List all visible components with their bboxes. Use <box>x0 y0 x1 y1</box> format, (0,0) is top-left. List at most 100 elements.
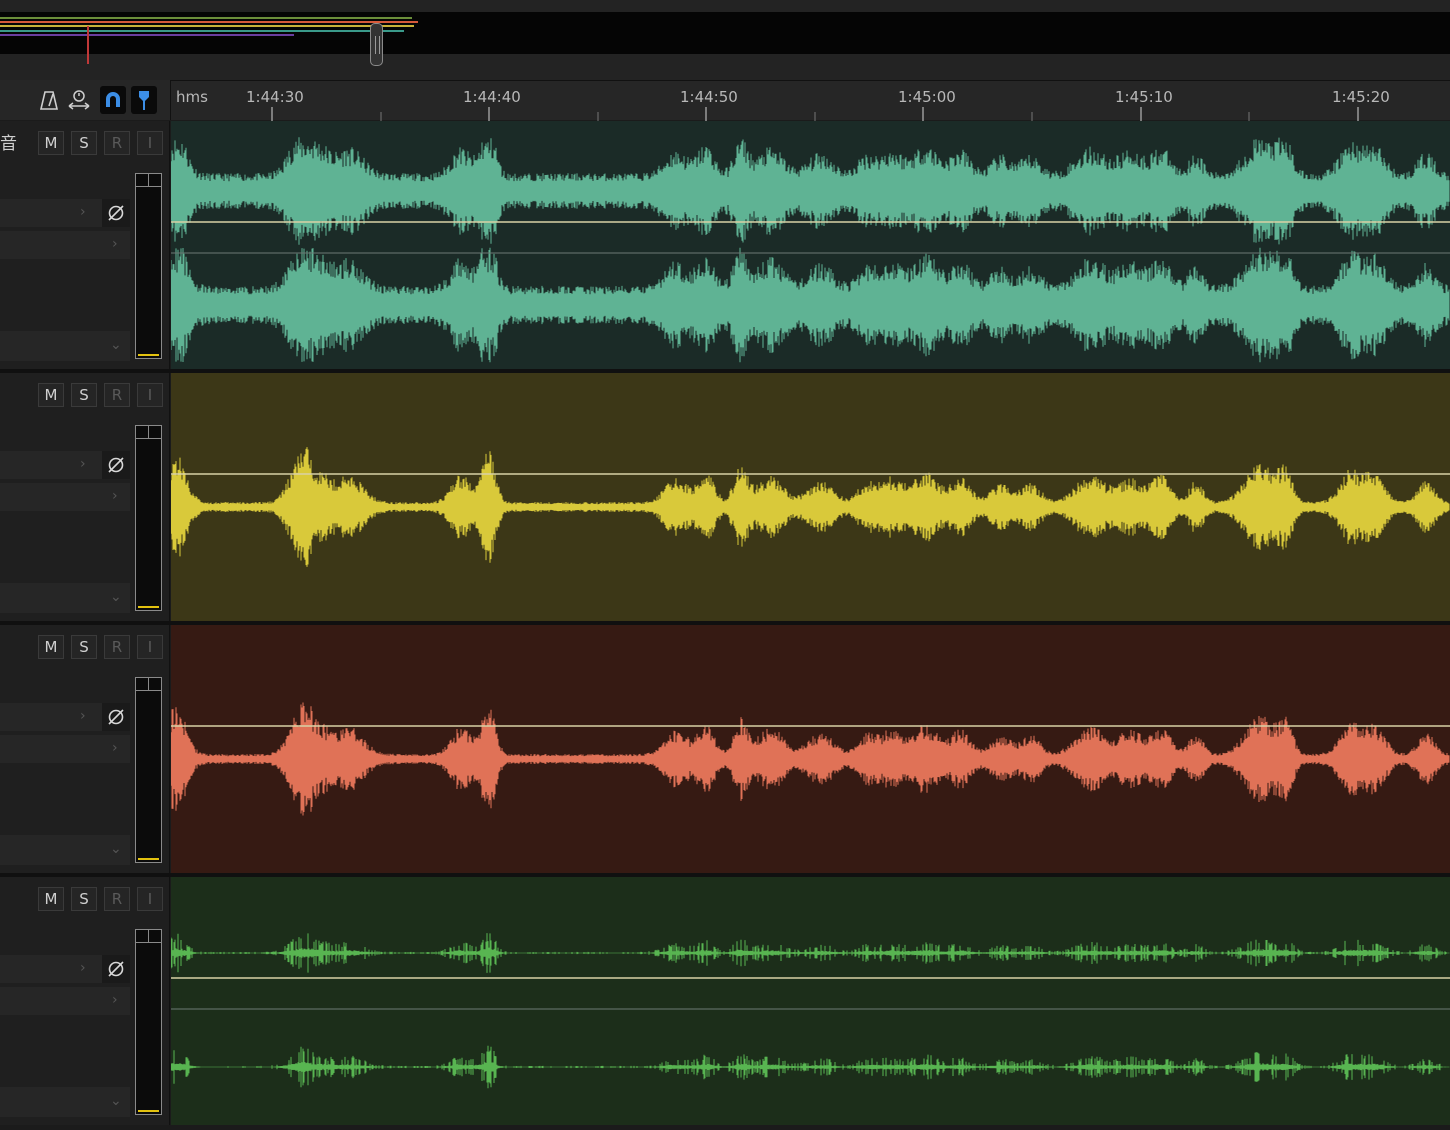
meter-level-bar <box>138 858 159 860</box>
phase-invert-icon <box>108 961 124 977</box>
ruler-ticks <box>271 107 1359 121</box>
ruler-tick-label: 1:45:20 <box>1332 88 1390 106</box>
chevron-right-icon: › <box>112 488 118 504</box>
track-expand-row[interactable]: ⌄ <box>0 583 130 613</box>
mute-button[interactable]: M <box>38 383 64 407</box>
output-select[interactable]: › <box>0 231 130 259</box>
ruler-unit-label: hms <box>176 88 208 106</box>
chevron-down-icon: ⌄ <box>110 589 122 605</box>
time-stretch-button[interactable] <box>66 86 92 114</box>
chevron-down-icon: ⌄ <box>110 841 122 857</box>
waveform-channel <box>171 702 1450 816</box>
ruler-tick-label: 1:44:50 <box>680 88 738 106</box>
track-waveform-area[interactable] <box>171 877 1450 1125</box>
time-ruler[interactable]: hms 1:44:30 1:44:40 1:44:50 1:45:00 1:45… <box>170 80 1450 121</box>
track-header: M S R I › › ⌄ <box>0 373 170 621</box>
track-3: M S R I › › ⌄ <box>0 625 1450 873</box>
waveform-channel <box>171 1045 1450 1089</box>
snap-button[interactable] <box>100 86 126 114</box>
mute-button[interactable]: M <box>38 131 64 155</box>
meter-channel-divider <box>148 174 149 186</box>
input-monitor-button[interactable]: I <box>137 887 163 911</box>
metronome-button[interactable] <box>36 86 62 114</box>
overview-bar[interactable] <box>0 0 1450 80</box>
solo-button[interactable]: S <box>71 635 97 659</box>
phase-invert-button[interactable] <box>102 955 130 983</box>
phase-invert-icon <box>108 205 124 221</box>
record-arm-button[interactable]: R <box>104 383 130 407</box>
track-header: M S R I › › ⌄ <box>0 877 170 1125</box>
overview-range-handle[interactable] <box>370 23 383 66</box>
overview-playhead <box>87 26 89 64</box>
mute-button[interactable]: M <box>38 887 64 911</box>
chevron-right-icon: › <box>80 960 86 976</box>
track-waveform-area[interactable] <box>171 121 1450 369</box>
level-meter <box>135 677 162 863</box>
chevron-right-icon: › <box>112 992 118 1008</box>
track-name[interactable]: 音 <box>0 129 17 154</box>
chevron-right-icon: › <box>112 740 118 756</box>
chevron-down-icon: ⌄ <box>110 337 122 353</box>
level-meter <box>135 173 162 359</box>
level-meter <box>135 929 162 1115</box>
waveform-channel <box>171 447 1450 567</box>
track-expand-row[interactable]: ⌄ <box>0 1087 130 1117</box>
output-select[interactable]: › <box>0 987 130 1015</box>
meter-clip-indicator <box>136 438 161 439</box>
ruler-tick-label: 1:45:10 <box>1115 88 1173 106</box>
track-1: 音 M S R I › › ⌄ <box>0 121 1450 369</box>
record-arm-button[interactable]: R <box>104 635 130 659</box>
output-select[interactable]: › <box>0 735 130 763</box>
phase-invert-icon <box>108 709 124 725</box>
metronome-icon <box>39 91 59 110</box>
overview-navigator[interactable] <box>0 12 1450 66</box>
record-arm-button[interactable]: R <box>104 131 130 155</box>
track-header: M S R I › › ⌄ <box>0 625 170 873</box>
meter-level-bar <box>138 606 159 608</box>
overview-track-line <box>0 30 404 32</box>
waveform-channel <box>171 247 1450 363</box>
input-monitor-button[interactable]: I <box>137 131 163 155</box>
solo-button[interactable]: S <box>71 383 97 407</box>
chevron-down-icon: ⌄ <box>110 1093 122 1109</box>
phase-invert-button[interactable] <box>102 199 130 227</box>
meter-clip-indicator <box>136 186 161 187</box>
ruler-tick-label: 1:44:30 <box>246 88 304 106</box>
mute-button[interactable]: M <box>38 635 64 659</box>
meter-channel-divider <box>148 678 149 690</box>
phase-invert-button[interactable] <box>102 703 130 731</box>
ruler-tick-label: 1:44:40 <box>463 88 521 106</box>
solo-button[interactable]: S <box>71 887 97 911</box>
track-header: 音 M S R I › › ⌄ <box>0 121 170 369</box>
track-4: M S R I › › ⌄ <box>0 877 1450 1125</box>
overview-track-line <box>0 21 418 23</box>
track-waveform-area[interactable] <box>171 625 1450 873</box>
track-expand-row[interactable]: ⌄ <box>0 835 130 865</box>
chevron-right-icon: › <box>80 708 86 724</box>
snap-magnet-icon <box>106 92 120 107</box>
solo-button[interactable]: S <box>71 131 97 155</box>
ruler-tick-label: 1:45:00 <box>898 88 956 106</box>
meter-channel-divider <box>148 930 149 942</box>
chevron-right-icon: › <box>112 236 118 252</box>
output-select[interactable]: › <box>0 483 130 511</box>
waveform <box>171 702 1450 816</box>
phase-invert-icon <box>108 457 124 473</box>
editor-toolbar <box>0 80 170 120</box>
marker-button[interactable] <box>131 86 157 114</box>
track-waveform-area[interactable] <box>171 373 1450 621</box>
overview-track-line <box>0 25 414 27</box>
track-expand-row[interactable]: ⌄ <box>0 331 130 361</box>
phase-invert-button[interactable] <box>102 451 130 479</box>
meter-level-bar <box>138 1110 159 1112</box>
waveform-channel <box>171 137 1450 245</box>
input-monitor-button[interactable]: I <box>137 383 163 407</box>
marker-pin-icon <box>139 91 149 110</box>
input-monitor-button[interactable]: I <box>137 635 163 659</box>
level-meter <box>135 425 162 611</box>
meter-channel-divider <box>148 426 149 438</box>
meter-level-bar <box>138 354 159 356</box>
record-arm-button[interactable]: R <box>104 887 130 911</box>
waveform <box>171 933 1450 1089</box>
time-stretch-icon <box>68 90 90 110</box>
